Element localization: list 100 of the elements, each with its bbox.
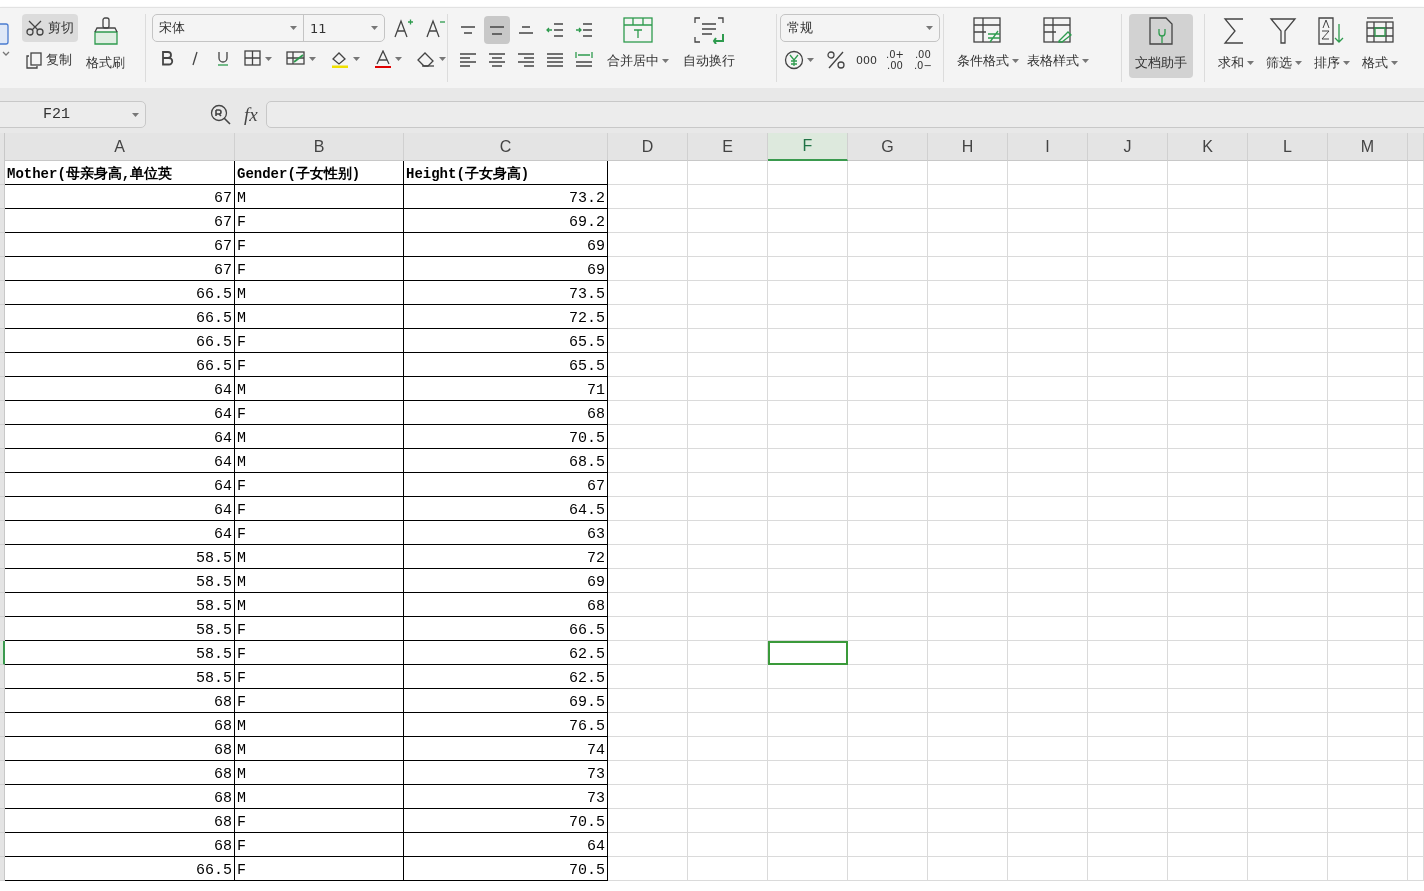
table-cell: 67: [5, 185, 235, 209]
column-header[interactable]: [1408, 133, 1424, 161]
table-cell: 64: [5, 449, 235, 473]
row-header[interactable]: [0, 521, 5, 545]
copy-button[interactable]: 复制: [22, 46, 78, 74]
row-header[interactable]: [0, 737, 5, 761]
table-cell: 62.5: [404, 641, 608, 665]
empty-cell: [1408, 809, 1424, 833]
column-header[interactable]: H: [928, 133, 1008, 161]
row-header[interactable]: [0, 449, 5, 473]
table-cell: 73.5: [404, 281, 608, 305]
row-header[interactable]: [0, 665, 5, 689]
row-header[interactable]: [0, 305, 5, 329]
row-header[interactable]: [0, 473, 5, 497]
table-cell: 68.5: [404, 449, 608, 473]
conditional-format-button[interactable]: 条件格式: [953, 14, 1023, 74]
row-header[interactable]: [0, 497, 5, 521]
caret-icon: [926, 26, 933, 30]
caret-icon: [1247, 61, 1254, 65]
row-header[interactable]: [0, 785, 5, 809]
caret-icon: [807, 58, 814, 62]
selected-cell[interactable]: [768, 641, 848, 665]
empty-cell: [1408, 329, 1424, 353]
row-header[interactable]: [0, 689, 5, 713]
table-cell: 68: [5, 785, 235, 809]
table-cell: 68: [5, 809, 235, 833]
column-header[interactable]: A: [5, 133, 235, 161]
row-header[interactable]: [0, 569, 5, 593]
align-distribute-icon: [575, 51, 593, 69]
table-cell: 68: [5, 833, 235, 857]
row-header[interactable]: [0, 185, 5, 209]
table-cell: F: [235, 617, 404, 641]
formula-input-field[interactable]: [265, 101, 1424, 128]
column-header[interactable]: D: [608, 133, 688, 161]
table-cell: F: [235, 329, 404, 353]
row-header[interactable]: [0, 761, 5, 785]
column-header[interactable]: L: [1248, 133, 1328, 161]
empty-cell: [1408, 521, 1424, 545]
table-cell: M: [235, 425, 404, 449]
brush-icon: [91, 16, 120, 46]
format-button[interactable]: 格式: [1356, 14, 1404, 74]
paint-bucket-icon: [330, 50, 350, 68]
row-header[interactable]: [0, 353, 5, 377]
cut-button[interactable]: 剪切: [22, 14, 78, 42]
table-cell: M: [235, 569, 404, 593]
table-cell: 63: [404, 521, 608, 545]
header-cell: Height(子女身高): [404, 161, 608, 185]
currency-icon: [784, 50, 804, 70]
row-header[interactable]: [0, 281, 5, 305]
row-header[interactable]: [0, 641, 5, 665]
table-cell: 69: [404, 569, 608, 593]
wrap-text-button[interactable]: 自动换行: [679, 14, 739, 74]
insert-function-button[interactable]: fx: [244, 103, 258, 126]
row-header[interactable]: [0, 713, 5, 737]
sum-button[interactable]: 求和: [1212, 14, 1260, 74]
row-header[interactable]: [0, 209, 5, 233]
column-header[interactable]: C: [404, 133, 608, 161]
row-header[interactable]: [0, 857, 5, 881]
document-assistant-button[interactable]: 文档助手: [1129, 14, 1193, 78]
thousands-separator-button[interactable]: 000: [854, 53, 879, 67]
column-header[interactable]: J: [1088, 133, 1168, 161]
empty-cell: [1408, 641, 1424, 665]
row-header[interactable]: [0, 161, 5, 185]
row-header[interactable]: [0, 377, 5, 401]
name-box[interactable]: F21: [0, 101, 146, 128]
row-header[interactable]: [0, 329, 5, 353]
sort-button[interactable]: 排序: [1308, 14, 1356, 74]
table-cell: 62.5: [404, 665, 608, 689]
table-cell: M: [235, 737, 404, 761]
filter-button[interactable]: 筛选: [1260, 14, 1308, 74]
row-header[interactable]: [0, 257, 5, 281]
number-format-field[interactable]: 常规: [780, 14, 940, 42]
row-header[interactable]: [0, 233, 5, 257]
empty-cell: [1408, 857, 1424, 881]
column-header[interactable]: K: [1168, 133, 1248, 161]
row-header[interactable]: [0, 401, 5, 425]
empty-cell: [1408, 545, 1424, 569]
scissors-icon: [26, 20, 44, 36]
row-header[interactable]: [0, 425, 5, 449]
row-header[interactable]: [0, 545, 5, 569]
column-header[interactable]: F: [768, 133, 848, 161]
decimal-places-button[interactable]: .0+ .00: [883, 49, 907, 71]
column-header[interactable]: I: [1008, 133, 1088, 161]
row-header[interactable]: [0, 593, 5, 617]
table-cell: 65.5: [404, 353, 608, 377]
table-format-button[interactable]: 表格样式: [1023, 14, 1093, 74]
align-middle-button[interactable]: [484, 16, 510, 44]
row-header[interactable]: [0, 833, 5, 857]
column-header[interactable]: M: [1328, 133, 1408, 161]
row-header[interactable]: [0, 809, 5, 833]
table-cell: 64.5: [404, 497, 608, 521]
empty-cell: [1408, 713, 1424, 737]
empty-cell: [1408, 257, 1424, 281]
column-header[interactable]: B: [235, 133, 404, 161]
column-header[interactable]: G: [848, 133, 928, 161]
format-painter-button[interactable]: 格式刷: [82, 14, 129, 76]
align-middle-icon: [489, 25, 505, 35]
row-header[interactable]: [0, 617, 5, 641]
merge-center-button[interactable]: 合并居中: [603, 14, 673, 74]
decimal-places-button[interactable]: .00 .0−: [910, 49, 935, 71]
